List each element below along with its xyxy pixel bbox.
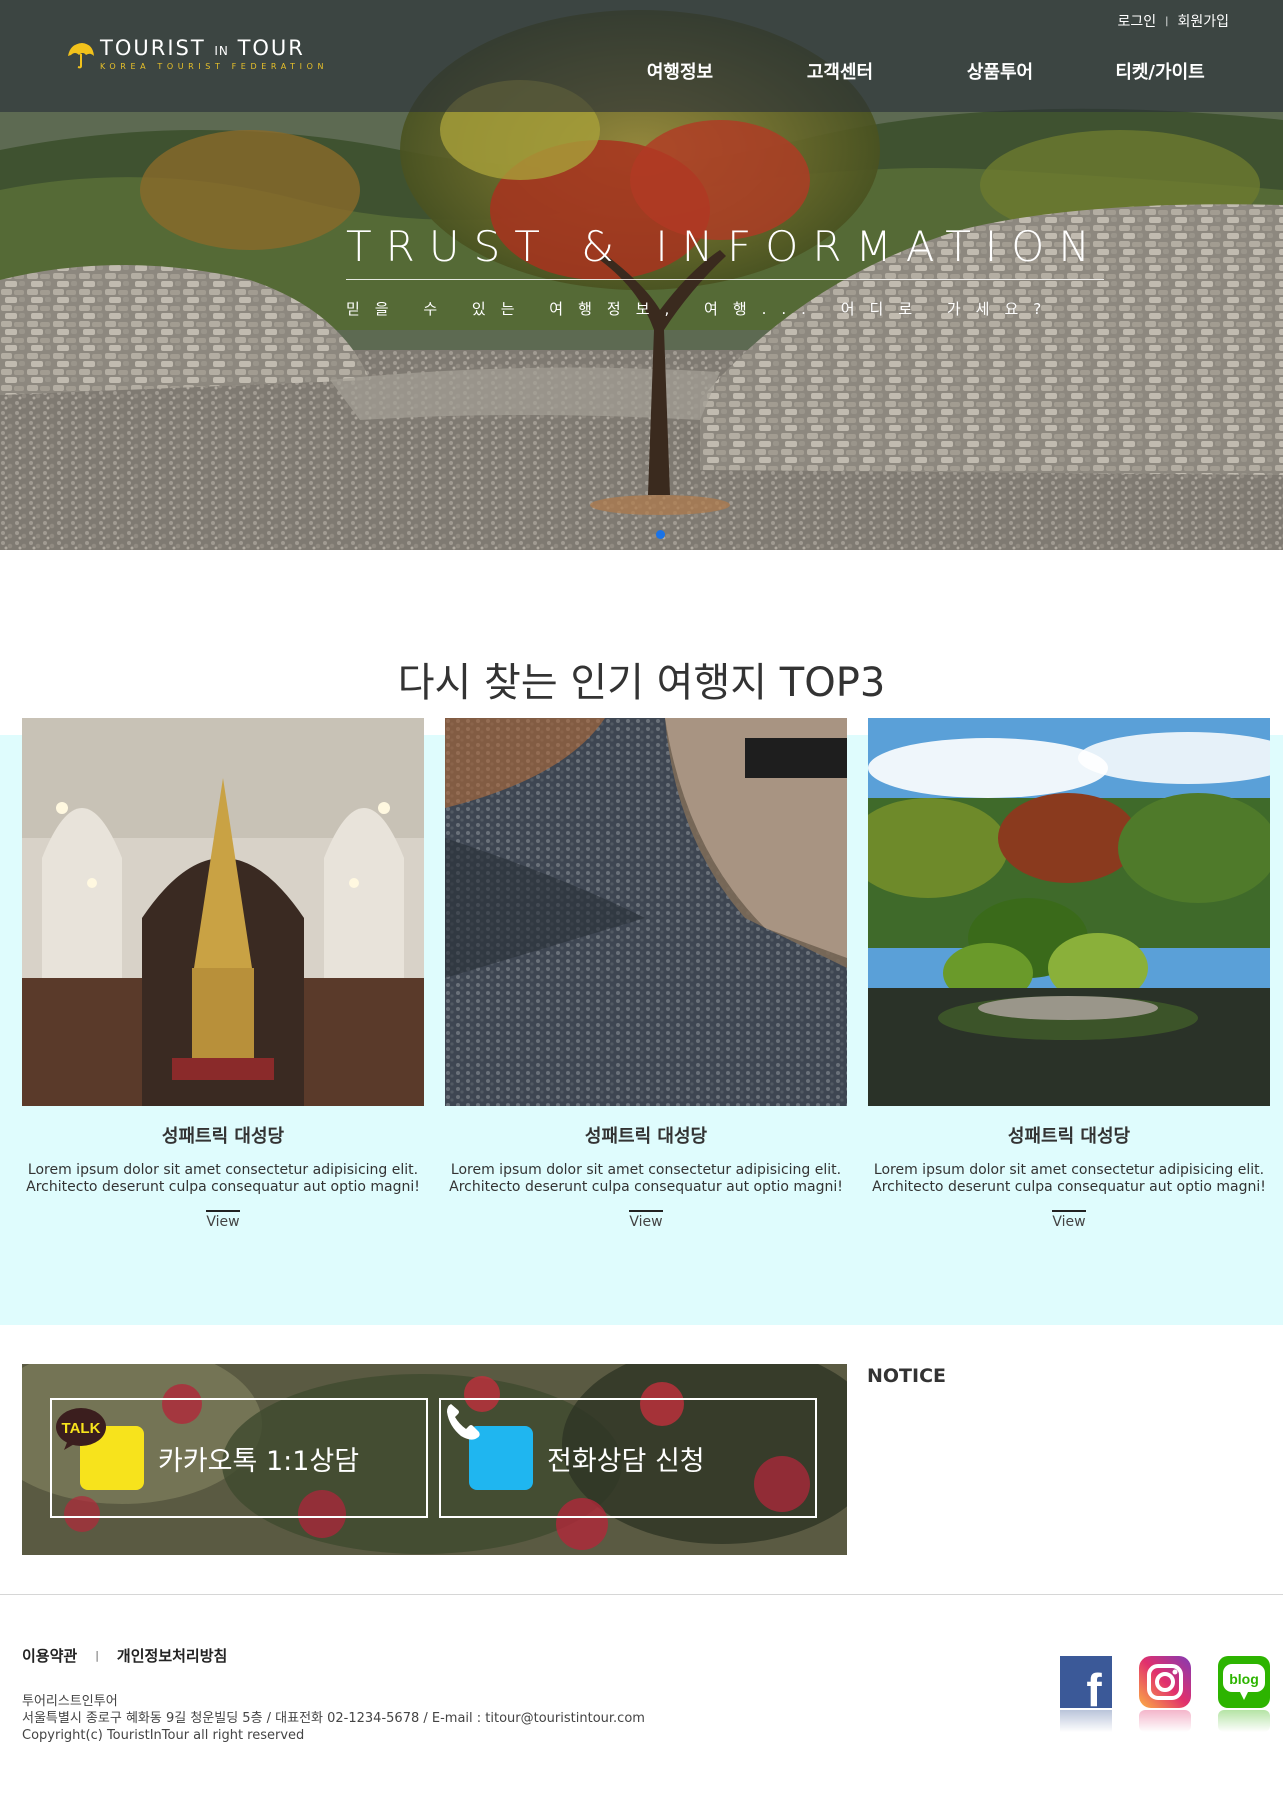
kakao-consult-button[interactable]: TALK 카카오톡 1:1상담 [50, 1398, 428, 1518]
company-name: 투어리스트인투어 [22, 1694, 118, 1709]
site-logo[interactable]: TOURIST IN TOUR KOREA TOURIST FEDERATION [66, 36, 328, 71]
terms-link[interactable]: 이용약관 [22, 1645, 77, 1666]
view-link[interactable]: View [206, 1210, 240, 1230]
logo-umbrella-icon [68, 43, 94, 69]
nav-item-ticket-guide[interactable]: 티켓/가이트 [1080, 58, 1240, 84]
login-link[interactable]: 로그인 [1117, 11, 1156, 31]
copyright: Copyright(c) TouristInTour all right res… [22, 1728, 305, 1743]
card-list: 성패트릭 대성당 Lorem ipsum dolor sit amet cons… [22, 718, 1270, 1238]
card-title: 성패트릭 대성당 [584, 1126, 708, 1147]
kakaotalk-icon: TALK [56, 1408, 144, 1490]
phone-icon [447, 1404, 533, 1490]
garden-photo [868, 718, 1270, 1106]
hero-banner: TOURIST IN TOUR KOREA TOURIST FEDERATION… [0, 0, 1283, 550]
hero-title: TRUST & INFORMATION [346, 222, 1104, 280]
footer-company-info: 투어리스트인투어 서울특별시 종로구 혜화동 9길 청운빌딩 5층 / 대표전화… [22, 1693, 645, 1744]
card-description: Lorem ipsum dolor sit amet consectetur a… [26, 1162, 420, 1195]
util-separator: | [1165, 15, 1169, 27]
logo-wordmark: TOURIST IN TOUR [100, 36, 305, 60]
destination-card[interactable]: 성패트릭 대성당 Lorem ipsum dolor sit amet cons… [22, 718, 424, 1238]
utility-menu: 로그인 | 회원가입 [1117, 11, 1229, 31]
blog-icon-reflection [1218, 1710, 1270, 1732]
top3-section: 다시 찾는 인기 여행지 TOP3 성패트릭 대성당 Lorem ipsum d… [0, 550, 1283, 1325]
water-photo [445, 718, 847, 1106]
nav-item-customer-center[interactable]: 고객센터 [760, 58, 920, 84]
phone-consult-button[interactable]: 전화상담 신청 [439, 1398, 817, 1518]
join-link[interactable]: 회원가입 [1177, 11, 1229, 31]
notice-title[interactable]: NOTICE [867, 1365, 946, 1387]
slider-dot-active[interactable] [656, 530, 665, 539]
instagram-icon-reflection [1139, 1710, 1191, 1732]
main-nav: 여행정보 고객센터 상품투어 티켓/가이트 [600, 58, 1240, 84]
card-description: Lorem ipsum dolor sit amet consectetur a… [872, 1162, 1266, 1195]
footer-divider [0, 1594, 1283, 1595]
nav-item-product-tour[interactable]: 상품투어 [920, 58, 1080, 84]
blog-icon[interactable]: blog [1218, 1656, 1270, 1708]
facebook-icon-reflection [1060, 1710, 1112, 1732]
footer-link-separator: | [95, 1649, 99, 1662]
top3-title: 다시 찾는 인기 여행지 TOP3 [397, 660, 886, 706]
contact-banner: TALK 카카오톡 1:1상담 전화상담 신청 [22, 1364, 847, 1555]
destination-card[interactable]: 성패트릭 대성당 Lorem ipsum dolor sit amet cons… [445, 718, 847, 1238]
view-link[interactable]: View [629, 1210, 663, 1230]
company-address: 서울특별시 종로구 혜화동 9길 청운빌딩 5층 / 대표전화 02-1234-… [22, 1711, 645, 1726]
view-link[interactable]: View [1052, 1210, 1086, 1230]
facebook-icon[interactable]: f [1060, 1656, 1112, 1708]
privacy-policy-link[interactable]: 개인정보처리방침 [117, 1645, 227, 1666]
phone-consult-label: 전화상담 신청 [547, 1445, 705, 1477]
logo-tagline: KOREA TOURIST FEDERATION [100, 62, 329, 71]
footer-links: 이용약관 | 개인정보처리방침 [22, 1645, 227, 1666]
svg-text:f: f [1086, 1664, 1102, 1708]
svg-text:blog: blog [1229, 1671, 1259, 1687]
card-title: 성패트릭 대성당 [161, 1126, 285, 1147]
destination-card[interactable]: 성패트릭 대성당 Lorem ipsum dolor sit amet cons… [868, 718, 1270, 1238]
nav-item-travel-info[interactable]: 여행정보 [600, 58, 760, 84]
svg-text:TALK: TALK [62, 1420, 101, 1437]
hero-subtitle: 믿을 수 있는 여행정보, 여행... 어디로 가세요? [346, 300, 1057, 318]
instagram-icon[interactable] [1139, 1656, 1191, 1708]
card-description: Lorem ipsum dolor sit amet consectetur a… [449, 1162, 843, 1195]
cathedral-photo [22, 718, 424, 1106]
hero-copy: TRUST & INFORMATION 믿을 수 있는 여행정보, 여행... … [346, 222, 1104, 319]
card-title: 성패트릭 대성당 [1007, 1126, 1131, 1147]
kakao-consult-label: 카카오톡 1:1상담 [158, 1445, 360, 1477]
